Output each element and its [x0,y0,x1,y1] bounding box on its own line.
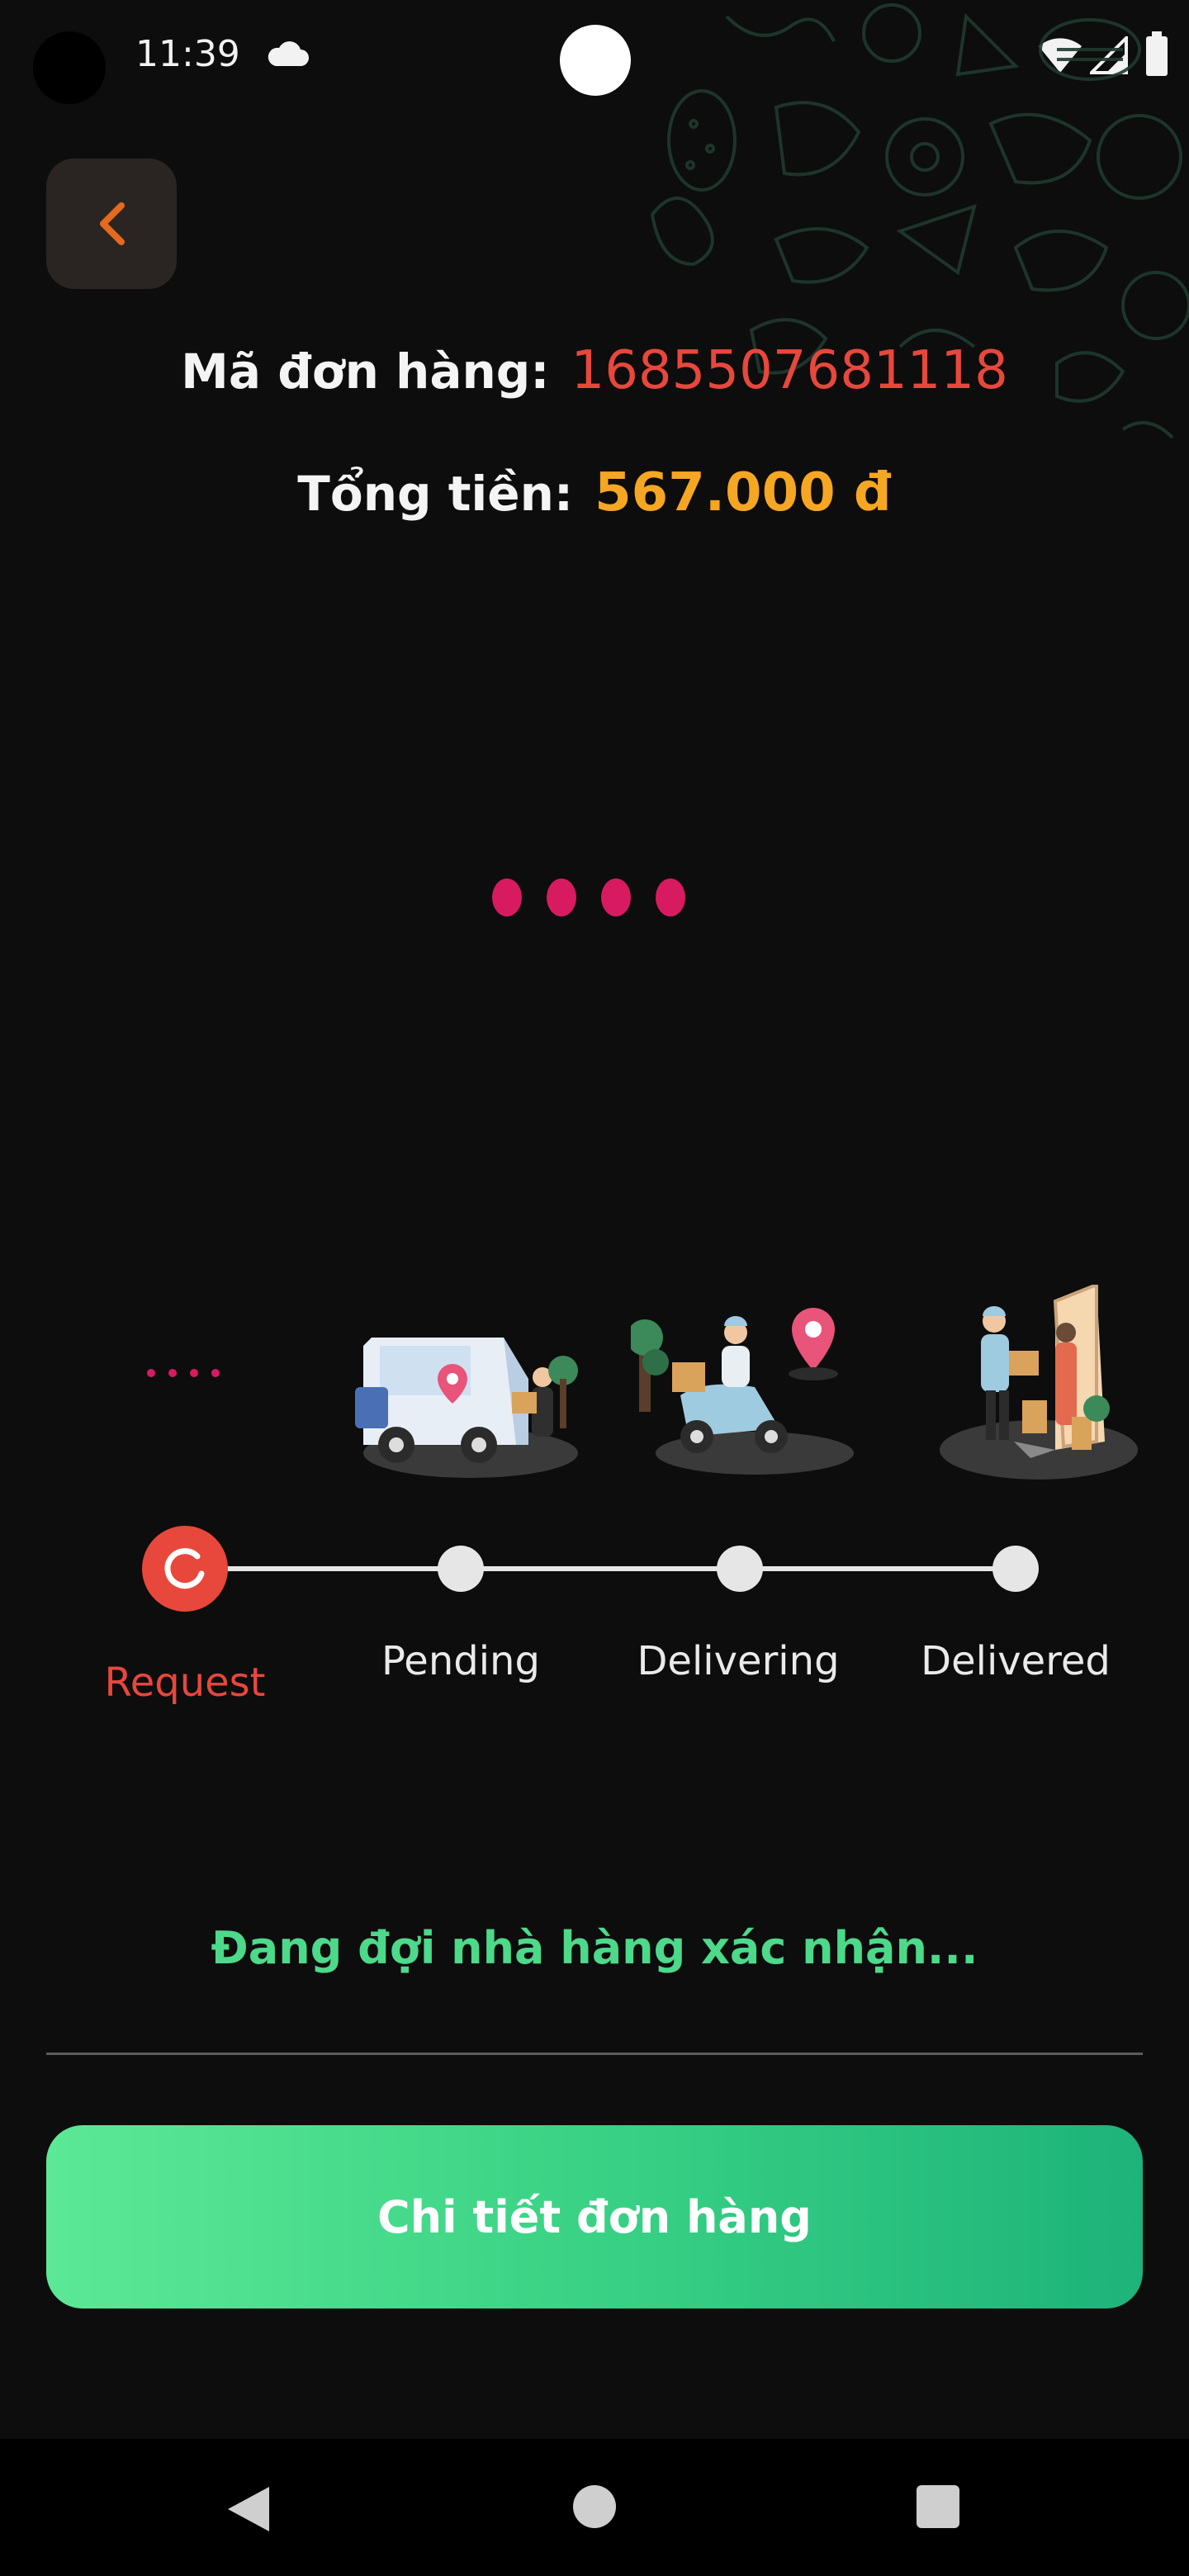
step-delivering-label: Delivering [637,1638,840,1684]
camera-cutout [33,31,106,104]
step-delivering-dot [717,1546,763,1592]
nav-back-icon[interactable] [223,2484,272,2535]
step-delivered-label: Delivered [921,1638,1111,1684]
chevron-left-icon [100,202,125,245]
order-code-label: Mã đơn hàng: [181,343,550,400]
loading-dot [168,1369,177,1377]
progress-track [185,1566,1019,1571]
loading-dot [492,878,522,916]
divider [46,2053,1143,2055]
order-code-row: Mã đơn hàng: 1685507681118 [0,340,1189,401]
loading-dot [601,878,631,916]
step-pending-dot [438,1546,484,1592]
order-code-value: 1685507681118 [571,340,1008,401]
cloud-icon [268,41,309,66]
loading-dot [656,878,685,916]
order-detail-button[interactable]: Chi tiết đơn hàng [46,2125,1143,2308]
back-button[interactable] [46,159,177,289]
loading-indicator [492,878,707,918]
nav-recents-icon[interactable] [917,2485,959,2528]
step-delivered-dot [992,1546,1039,1592]
loading-dot [211,1369,220,1377]
loading-dot [190,1369,198,1377]
status-time: 11:39 [135,33,240,75]
loading-dot [547,878,576,916]
loading-dot [147,1369,155,1377]
order-detail-button-label: Chi tiết đơn hàng [377,2190,812,2243]
delivery-truck-illustration [355,1338,578,1478]
order-total-value: 567.000 đ [594,462,892,523]
scooter-delivery-illustration [631,1307,854,1475]
notification-dot [560,25,631,96]
step-request-marker [142,1526,228,1612]
order-total-row: Tổng tiền: 567.000 đ [0,462,1189,523]
step-pending-label: Pending [381,1638,540,1684]
request-loading-indicator [147,1369,223,1379]
loading-spinner-icon [164,1548,205,1589]
nav-home-icon[interactable] [573,2485,616,2528]
package-handover-illustration [940,1285,1138,1480]
order-total-label: Tổng tiền: [297,466,574,522]
step-request-label: Request [104,1660,266,1706]
order-status-message: Đang đợi nhà hàng xác nhận... [211,1922,978,1974]
